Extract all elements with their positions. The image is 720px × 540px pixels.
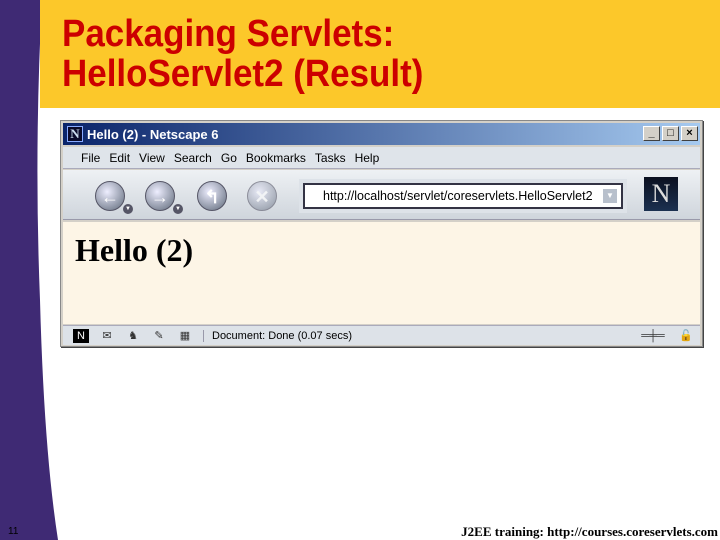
composer-icon[interactable]: ✎	[151, 329, 167, 343]
forward-dropdown-icon[interactable]: ▼	[173, 204, 183, 214]
url-input[interactable]: http://localhost/servlet/coreservlets.He…	[303, 183, 623, 209]
maximize-button[interactable]: □	[662, 126, 679, 141]
menu-go[interactable]: Go	[221, 151, 237, 165]
menu-tasks[interactable]: Tasks	[315, 151, 346, 165]
minimize-button[interactable]: _	[643, 126, 660, 141]
menu-bookmarks[interactable]: Bookmarks	[246, 151, 306, 165]
title-bar: N Hello (2) - Netscape 6 _ □ ×	[63, 123, 700, 145]
page-number: 11	[8, 526, 19, 537]
page-content: Hello (2)	[63, 222, 700, 324]
connection-icon: ═╪═	[641, 329, 665, 342]
menu-view[interactable]: View	[139, 151, 165, 165]
url-dropdown-icon[interactable]: ▼	[603, 189, 617, 203]
address-book-icon[interactable]: ▦	[177, 329, 193, 343]
netscape-logo[interactable]: N	[644, 177, 678, 211]
url-text: http://localhost/servlet/coreservlets.He…	[323, 189, 593, 203]
menu-search[interactable]: Search	[174, 151, 212, 165]
netscape-icon: N	[67, 126, 83, 142]
back-arrow-icon[interactable]: ←	[95, 181, 125, 211]
page-heading: Hello (2)	[75, 232, 194, 268]
status-bar: N ✉ ♞ ✎ ▦ Document: Done (0.07 secs) ═╪═…	[63, 325, 700, 345]
browser-window: N Hello (2) - Netscape 6 _ □ × File Edit V…	[60, 120, 703, 347]
slide-title: Packaging Servlets: HelloServlet2 (Result…	[62, 14, 423, 94]
back-dropdown-icon[interactable]: ▼	[123, 204, 133, 214]
window-title: Hello (2) - Netscape 6	[87, 126, 219, 142]
navigation-toolbar: ← ▼ → ▼ ↰ ✕ http://localhost/servlet/cor…	[63, 170, 700, 220]
menu-file[interactable]: File	[81, 151, 100, 165]
close-button[interactable]: ×	[681, 126, 698, 141]
title-line-1: Packaging Servlets:	[62, 13, 395, 55]
mail-icon[interactable]: ✉	[99, 329, 115, 343]
menu-bar: File Edit View Search Go Bookmarks Tasks…	[63, 147, 700, 169]
menu-edit[interactable]: Edit	[109, 151, 130, 165]
security-lock-icon[interactable]: 🔓	[678, 329, 694, 343]
menu-help[interactable]: Help	[355, 151, 380, 165]
forward-arrow-icon[interactable]: →	[145, 181, 175, 211]
status-text: Document: Done (0.07 secs)	[203, 329, 623, 342]
instant-messenger-icon[interactable]: ♞	[125, 329, 141, 343]
title-line-2: HelloServlet2 (Result)	[62, 53, 424, 95]
footer-text: J2EE training: http://courses.coreservle…	[461, 524, 718, 539]
navigator-icon[interactable]: N	[73, 328, 89, 343]
reload-icon[interactable]: ↰	[197, 181, 227, 211]
stop-icon[interactable]: ✕	[247, 181, 277, 211]
